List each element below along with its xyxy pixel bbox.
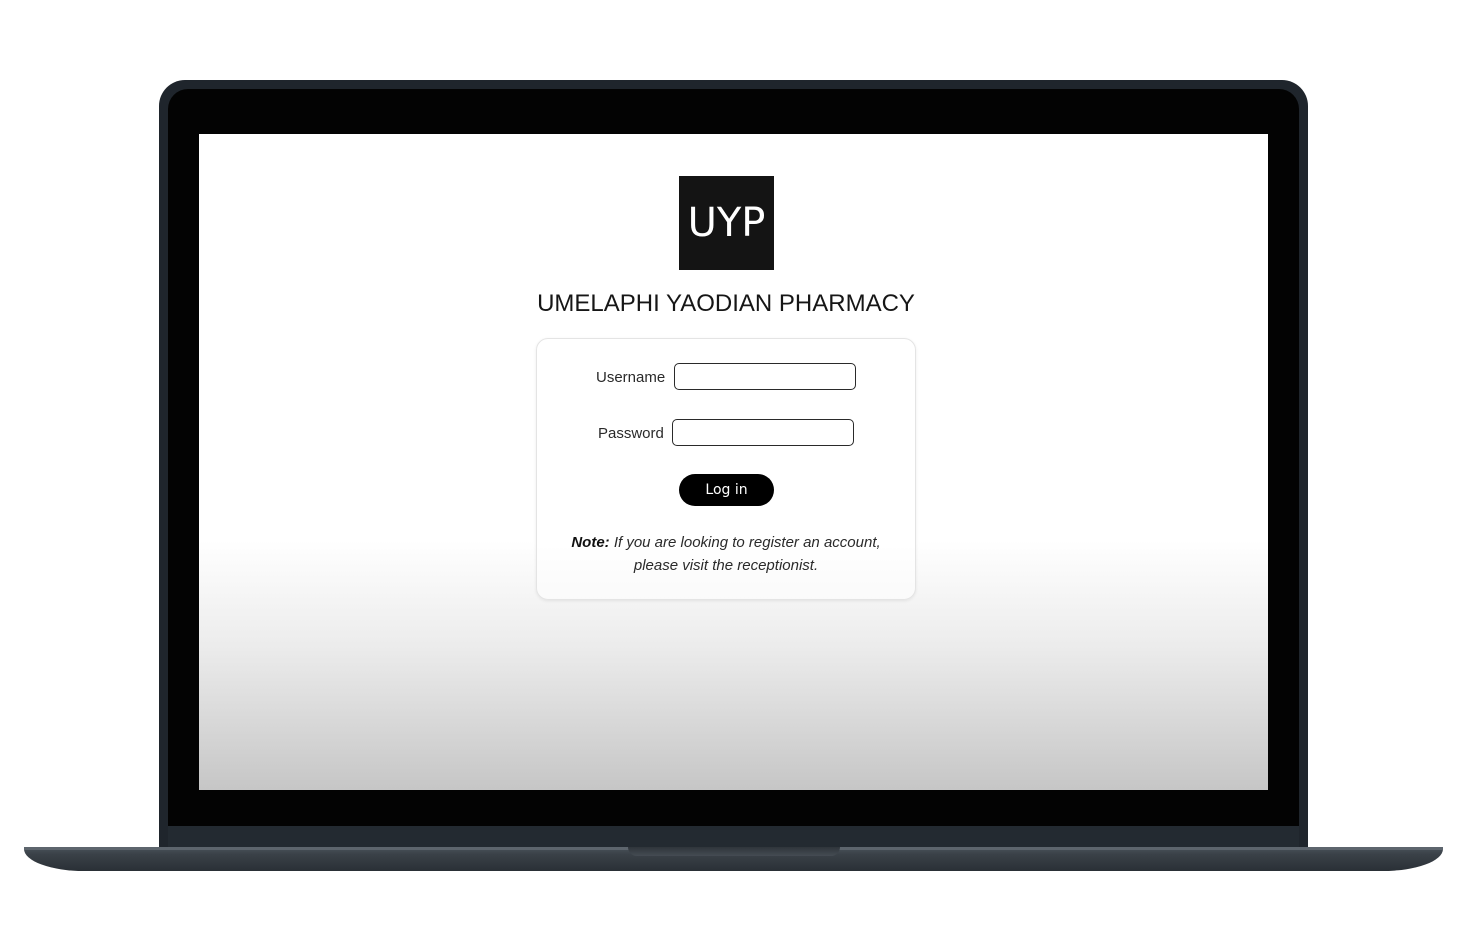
login-form: Username Password Log in Note: If you ar… <box>536 338 916 600</box>
login-screen: UYP UMELAPHI YAODIAN PHARMACY Username P… <box>199 134 1268 790</box>
note-line-2: please visit the receptionist. <box>633 557 819 574</box>
login-button[interactable]: Log in <box>679 474 774 506</box>
page-title: UMELAPHI YAODIAN PHARMACY <box>537 290 915 317</box>
note-line-1: If you are looking to register an accoun… <box>613 534 881 551</box>
laptop-lid-bottom <box>168 826 1299 848</box>
brand-logo: UYP <box>679 176 774 270</box>
username-label: Username <box>596 369 666 386</box>
registration-note: Note: If you are looking to register an … <box>537 531 915 577</box>
username-input[interactable] <box>674 363 856 390</box>
note-prefix: Note: <box>571 534 610 551</box>
password-label: Password <box>598 425 664 442</box>
device-mockup: UYP UMELAPHI YAODIAN PHARMACY Username P… <box>0 0 1466 951</box>
laptop-opening-notch <box>628 847 840 856</box>
password-input[interactable] <box>672 419 854 446</box>
